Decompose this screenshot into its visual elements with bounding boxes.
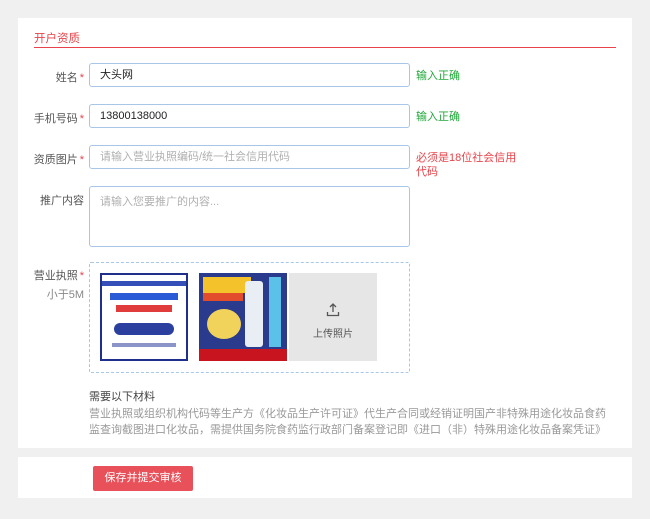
- action-bar: 保存并提交审核: [18, 457, 632, 498]
- required-mark: *: [79, 113, 84, 125]
- license-upload-area: 上传照片: [89, 262, 410, 373]
- license-thumbnail[interactable]: [100, 273, 188, 361]
- license-label: 营业执照 * 小于5M: [18, 267, 84, 302]
- required-mark: *: [79, 270, 84, 282]
- section-title: 开户资质: [34, 33, 80, 45]
- name-valid-message: 输入正确: [416, 70, 460, 82]
- required-mark: *: [79, 154, 84, 166]
- required-mark: *: [79, 72, 84, 84]
- promo-textarea[interactable]: 请输入您要推广的内容...: [89, 186, 410, 247]
- save-submit-button[interactable]: 保存并提交审核: [93, 466, 193, 491]
- license-size-hint: 小于5M: [46, 289, 84, 301]
- materials-heading: 需要以下材料: [89, 391, 155, 403]
- qualification-error-message: 必须是18位社会信用代码: [416, 152, 517, 178]
- phone-valid-message: 输入正确: [416, 111, 460, 123]
- materials-description: 营业执照或组织机构代码等生产方《化妆品生产许可证》代生产合同或经销证明国产非特殊…: [89, 408, 606, 436]
- name-label: 姓名 *: [55, 72, 84, 84]
- product-thumbnail[interactable]: [199, 273, 287, 361]
- upload-photo-button[interactable]: 上传照片: [289, 273, 377, 361]
- section-divider: [34, 47, 616, 48]
- name-input[interactable]: 大头网: [89, 63, 410, 87]
- upload-caption: 上传照片: [313, 329, 353, 340]
- form-card: 开户资质 姓名 * 大头网 输入正确 手机号码 * 13800138000 输入正确…: [18, 18, 632, 448]
- promo-label: 推广内容: [40, 195, 84, 207]
- upload-arrow-icon: [326, 303, 340, 317]
- qualification-label: 资质图片 *: [33, 154, 84, 166]
- phone-input[interactable]: 13800138000: [89, 104, 410, 128]
- phone-label: 手机号码 *: [33, 113, 84, 125]
- qualification-input[interactable]: 请输入营业执照编码/统一社会信用代码: [89, 145, 410, 169]
